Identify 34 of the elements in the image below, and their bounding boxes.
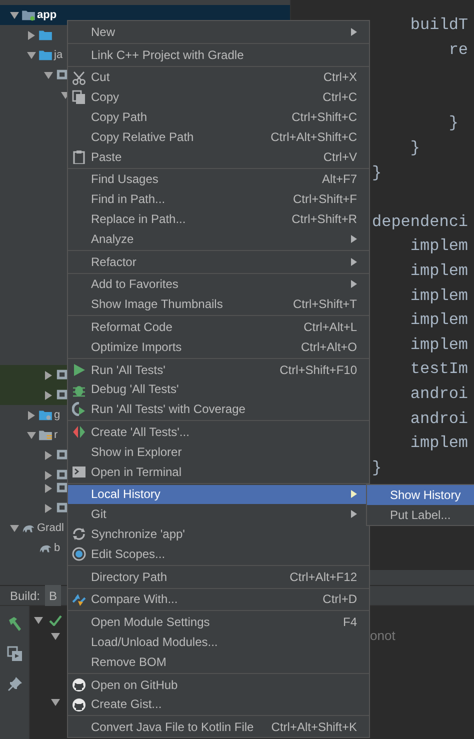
- code-line: }: [372, 164, 382, 182]
- shortcut-text: Ctrl+Shift+C: [292, 109, 357, 126]
- code-line: testIm: [409, 360, 468, 378]
- code-line: implem: [409, 434, 468, 452]
- shortcut-text: F4: [342, 614, 357, 632]
- code-line: }: [372, 458, 382, 477]
- code-line: }: [409, 138, 420, 157]
- panel-label: Build:: [10, 588, 40, 604]
- code-line: implem: [409, 336, 468, 354]
- shortcut-text: Ctrl+V: [323, 148, 357, 166]
- code-line: implem: [409, 286, 468, 305]
- shortcut-text: Ctrl+Alt+O: [300, 338, 357, 356]
- shortcut-text: Ctrl+Alt+Shift+C: [270, 128, 357, 146]
- shortcut-text: Ctrl+Shift+R: [292, 211, 357, 228]
- code-line: androi: [409, 384, 468, 403]
- shortcut-text: Ctrl+Alt+F12: [290, 568, 357, 586]
- shortcut-text: Ctrl+X: [323, 69, 357, 86]
- shortcut-text: Ctrl+D: [322, 591, 357, 608]
- shortcut-text: Ctrl+Shift+F10: [280, 362, 357, 379]
- code-line: }: [448, 114, 458, 132]
- shortcut-text: Ctrl+Alt+L: [304, 319, 357, 336]
- code-line: implem: [409, 311, 468, 330]
- code-line: androi: [409, 410, 468, 428]
- output-text: onot: [370, 627, 396, 645]
- shortcut-text: Alt+F7: [322, 171, 357, 188]
- code-line: implem: [409, 262, 468, 280]
- shortcut-text: Ctrl+Shift+T: [292, 296, 357, 314]
- shortcut-text: Ctrl+C: [322, 89, 357, 106]
- code-line: re: [448, 40, 468, 59]
- shortcut-text: Ctrl+Shift+F: [292, 191, 357, 208]
- code-line: buildT: [409, 16, 468, 34]
- code-line: dependenci: [372, 212, 468, 231]
- code-line: implem: [409, 237, 468, 256]
- shortcut-text: Ctrl+Alt+Shift+K: [271, 719, 357, 736]
